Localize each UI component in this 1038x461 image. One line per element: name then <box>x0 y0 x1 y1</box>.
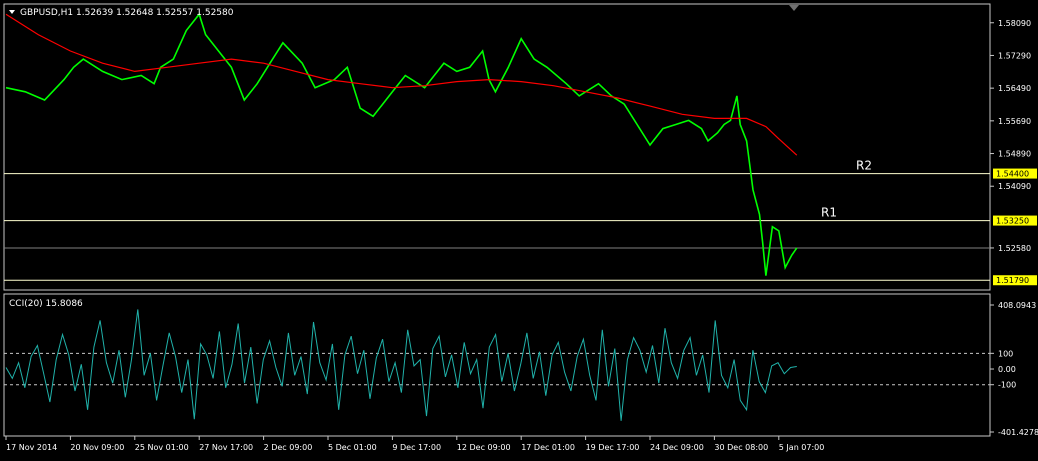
time-tick-label: 30 Dec 08:00 <box>714 443 768 452</box>
price-tick-label: 1.54890 <box>998 150 1031 159</box>
price-tick-label: 1.54090 <box>998 182 1031 191</box>
price-panel-title: GBPUSD,H1 1.52639 1.52648 1.52557 1.5258… <box>20 8 234 18</box>
cci-tick-label: -100 <box>998 381 1016 390</box>
time-tick-label: 24 Dec 09:00 <box>650 443 704 452</box>
level-price-label: 1.53250 <box>996 217 1029 226</box>
chart-canvas[interactable]: 1.58090 1.57290 1.56490 1.55690 1.54890 1.540… <box>0 0 1038 457</box>
level-name-label: R2 <box>856 159 872 173</box>
time-tick-label: 25 Nov 01:00 <box>135 443 189 452</box>
price-tick-label: 1.56490 <box>998 84 1031 93</box>
level-price-label: 1.51790 <box>996 276 1029 285</box>
time-tick-label: 2 Dec 09:00 <box>264 443 313 452</box>
price-tick-label: 1.58090 <box>998 19 1031 28</box>
time-tick-label: 5 Jan 07:00 <box>779 443 825 452</box>
time-tick-label: 17 Nov 2014 <box>6 443 57 452</box>
price-tick-label: 1.57290 <box>998 51 1031 60</box>
cci-panel-title: CCI(20) 15.8086 <box>9 299 83 309</box>
time-tick-label: 5 Dec 01:00 <box>328 443 377 452</box>
price-tick-label: 1.52580 <box>998 244 1031 253</box>
time-tick-label: 27 Nov 17:00 <box>199 443 253 452</box>
time-tick-label: 9 Dec 17:00 <box>392 443 441 452</box>
time-tick-label: 12 Dec 09:00 <box>457 443 511 452</box>
chart-window[interactable]: 1.58090 1.57290 1.56490 1.55690 1.54890 1.540… <box>0 0 1038 457</box>
time-tick-label: 20 Nov 09:00 <box>70 443 124 452</box>
cci-tick-label: 408.0943 <box>998 301 1036 310</box>
cci-tick-label: 0.00 <box>998 365 1016 374</box>
time-tick-label: 19 Dec 17:00 <box>586 443 640 452</box>
level-price-label: 1.54400 <box>996 170 1029 179</box>
level-name-label: R1 <box>821 206 837 220</box>
cci-tick-label: -401.4278 <box>998 428 1038 437</box>
cci-tick-label: 100 <box>998 349 1013 358</box>
time-tick-label: 17 Dec 01:00 <box>521 443 575 452</box>
price-tick-label: 1.55690 <box>998 117 1031 126</box>
